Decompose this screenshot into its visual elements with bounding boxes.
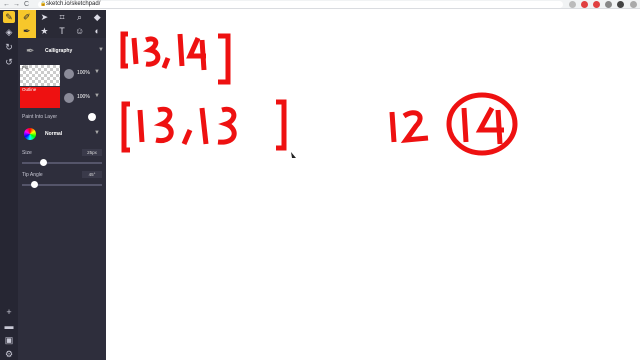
lock-icon: 🔒 bbox=[40, 1, 47, 7]
drawn-circled-14 bbox=[446, 92, 518, 156]
opacity-drop-icon bbox=[64, 93, 74, 103]
fill-label: Fill bbox=[22, 65, 28, 70]
fill-swatch[interactable]: Fill bbox=[20, 65, 60, 86]
undo-icon[interactable]: ↺ bbox=[3, 56, 15, 68]
color-wheel-icon[interactable] bbox=[24, 128, 36, 140]
add-icon[interactable]: + bbox=[3, 306, 15, 318]
fill-tool-icon[interactable]: ◐ bbox=[88, 24, 106, 38]
chevron-down-icon: ▼ bbox=[98, 47, 104, 53]
select-tool-icon[interactable]: ➤ bbox=[36, 10, 54, 24]
text-tool-icon[interactable]: T bbox=[53, 24, 71, 38]
sketch-tools-icon[interactable]: ✎ bbox=[3, 11, 15, 23]
cursor-icon bbox=[291, 152, 296, 158]
brush-name: Calligraphy bbox=[45, 48, 73, 54]
outline-swatch[interactable]: Outline bbox=[20, 87, 60, 108]
tip-angle-value[interactable]: 45° bbox=[82, 171, 102, 178]
size-slider: Size 25px bbox=[22, 149, 102, 168]
drawn-expression-13-14 bbox=[120, 31, 231, 85]
profile-avatar[interactable] bbox=[617, 1, 624, 8]
sketch-strokes bbox=[120, 31, 518, 158]
address-bar[interactable]: 🔒 sketch.io/sketchpad/ bbox=[38, 1, 563, 8]
browser-toolbar: ← → C 🔒 sketch.io/sketchpad/ bbox=[0, 0, 640, 9]
paint-into-layer: Paint Into Layer bbox=[22, 112, 102, 122]
crop-tool-icon[interactable]: ⌗ bbox=[53, 10, 71, 24]
redo-icon[interactable]: ↻ bbox=[3, 41, 15, 53]
extension-icon[interactable] bbox=[593, 1, 600, 8]
tip-angle-thumb[interactable] bbox=[31, 181, 39, 188]
url-text: sketch.io/sketchpad/ bbox=[46, 1, 101, 7]
size-value[interactable]: 25px bbox=[82, 149, 102, 156]
extension-icon[interactable] bbox=[581, 1, 588, 8]
app-rail: ✎ ◈ ↻ ↺ + ▬ ▣ ⚙ bbox=[0, 10, 18, 360]
tip-angle-slider: Tip Angle 45° bbox=[22, 171, 102, 190]
pen-tool-icon[interactable]: ✒ bbox=[18, 24, 36, 38]
drawn-expression-13-13 bbox=[121, 99, 287, 153]
size-track[interactable] bbox=[22, 162, 102, 164]
settings-icon[interactable]: ⚙ bbox=[3, 348, 15, 360]
folder-icon[interactable]: ▬ bbox=[3, 320, 15, 332]
blend-mode-label: Normal bbox=[45, 131, 63, 137]
fill-opacity[interactable]: 100% ▼ bbox=[64, 68, 104, 80]
back-button[interactable]: ← bbox=[3, 0, 10, 9]
paint-into-layer-toggle[interactable] bbox=[88, 113, 96, 121]
tool-row-1: ✐ ➤ ⌗ ⌕ ◆ bbox=[18, 10, 106, 24]
emoji-tool-icon[interactable]: ☺ bbox=[71, 24, 89, 38]
save-icon[interactable]: ▣ bbox=[3, 334, 15, 346]
extension-icon[interactable] bbox=[569, 1, 576, 8]
drawn-number-12 bbox=[389, 110, 429, 143]
tool-panel: ✐ ➤ ⌗ ⌕ ◆ ✒ ★ T ☺ ◐ ✒ Calligraphy ▼ Fill… bbox=[18, 10, 106, 360]
outline-opacity-value: 100% bbox=[77, 94, 90, 100]
feather-icon: ✒ bbox=[26, 46, 35, 57]
brush-tool-icon[interactable]: ✐ bbox=[18, 10, 36, 24]
tip-angle-label: Tip Angle bbox=[22, 172, 43, 178]
outline-opacity[interactable]: 100% ▼ bbox=[64, 92, 104, 104]
opacity-drop-icon bbox=[64, 69, 74, 79]
pointer-icon[interactable]: ◆ bbox=[88, 10, 106, 24]
forward-button[interactable]: → bbox=[13, 0, 20, 9]
fill-opacity-value: 100% bbox=[77, 70, 90, 76]
chevron-down-icon: ▼ bbox=[94, 130, 100, 136]
reload-button[interactable]: C bbox=[24, 0, 29, 9]
menu-icon[interactable] bbox=[630, 1, 637, 8]
star-tool-icon[interactable]: ★ bbox=[36, 24, 54, 38]
tool-row-2: ✒ ★ T ☺ ◐ bbox=[18, 24, 106, 38]
layers-icon[interactable]: ◈ bbox=[3, 26, 15, 38]
blend-mode-selector[interactable]: Normal ▼ bbox=[22, 127, 102, 141]
outline-label: Outline bbox=[22, 87, 37, 92]
paint-into-layer-label: Paint Into Layer bbox=[22, 114, 58, 120]
brush-selector[interactable]: ✒ Calligraphy ▼ bbox=[22, 46, 104, 60]
drawing-canvas[interactable] bbox=[106, 10, 640, 360]
size-label: Size bbox=[22, 150, 32, 156]
zoom-tool-icon[interactable]: ⌕ bbox=[71, 10, 89, 24]
chevron-down-icon: ▼ bbox=[94, 93, 100, 99]
size-thumb[interactable] bbox=[40, 159, 48, 166]
chevron-down-icon: ▼ bbox=[94, 69, 100, 75]
extension-icon[interactable] bbox=[605, 1, 612, 8]
